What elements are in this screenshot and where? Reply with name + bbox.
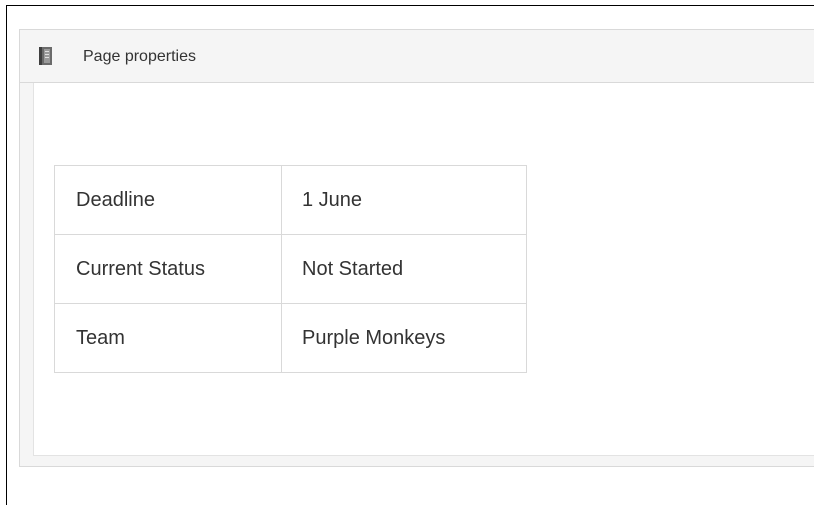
property-key: Deadline	[54, 165, 282, 235]
panel-title: Page properties	[83, 48, 196, 65]
property-key: Current Status	[54, 234, 282, 304]
table-row: Deadline 1 June	[54, 165, 527, 235]
properties-table: Deadline 1 June Current Status Not Start…	[54, 165, 527, 373]
property-key: Team	[54, 303, 282, 373]
panel-body: Deadline 1 June Current Status Not Start…	[33, 83, 814, 456]
property-value: Purple Monkeys	[281, 303, 527, 373]
panel-header: Page properties	[20, 30, 814, 83]
table-row: Current Status Not Started	[54, 234, 527, 304]
property-value: Not Started	[281, 234, 527, 304]
table-row: Team Purple Monkeys	[54, 303, 527, 373]
property-value: 1 June	[281, 165, 527, 235]
page-properties-panel: Page properties Deadline 1 June Current …	[19, 29, 814, 467]
book-icon	[38, 46, 54, 66]
